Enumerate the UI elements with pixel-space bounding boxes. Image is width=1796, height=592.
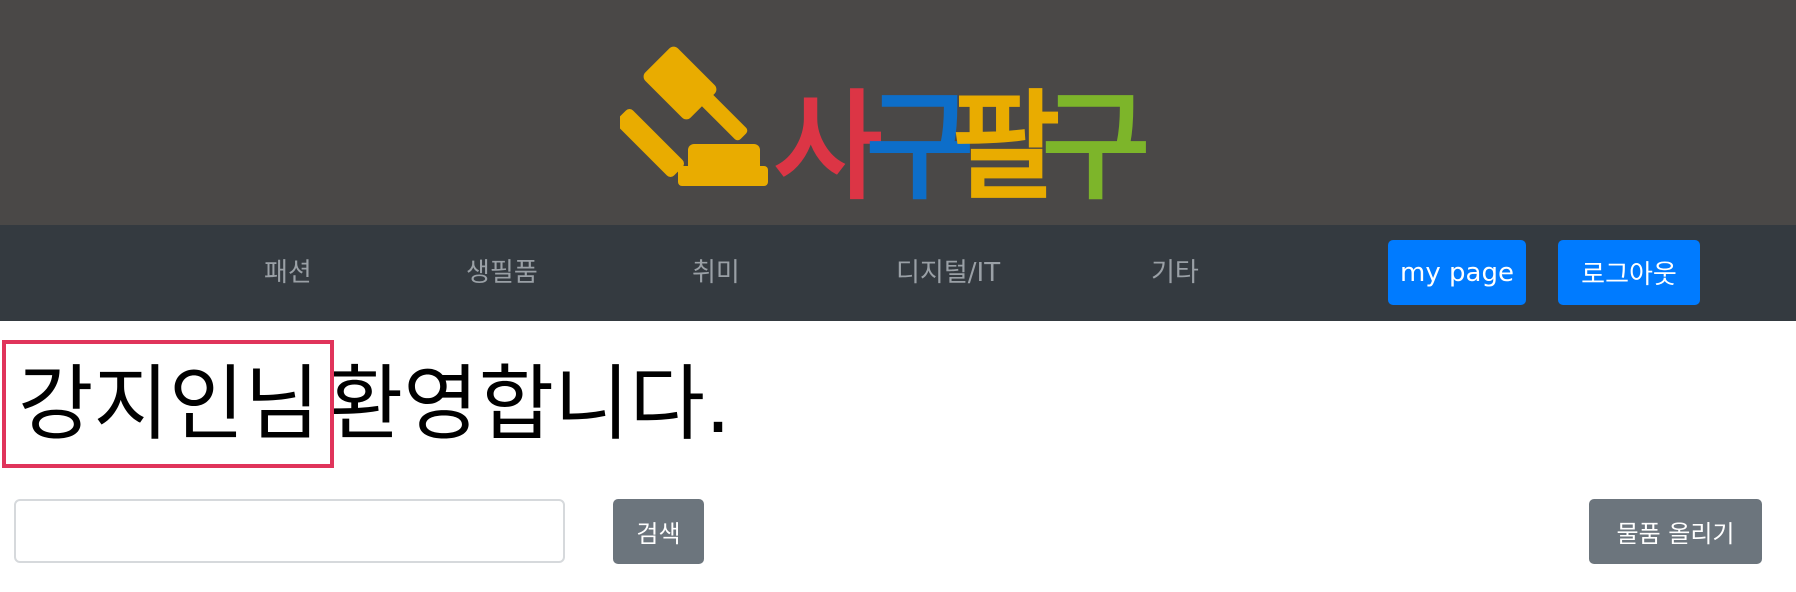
my-page-button[interactable]: my page bbox=[1388, 240, 1526, 305]
username-highlight-box bbox=[2, 340, 334, 468]
welcome-message: 환영합니다. bbox=[327, 357, 732, 452]
logout-button[interactable]: 로그아웃 bbox=[1558, 240, 1700, 305]
nav-hobby[interactable]: 취미 bbox=[692, 225, 740, 321]
upload-item-button[interactable]: 물품 올리기 bbox=[1589, 499, 1762, 564]
logo-syllable-gu-2: 구 bbox=[1042, 78, 1151, 203]
nav-etc[interactable]: 기타 bbox=[1151, 225, 1199, 321]
nav-daily-necessities[interactable]: 생필품 bbox=[466, 225, 538, 321]
site-logo[interactable]: 사 구 팔 구 bbox=[620, 38, 1160, 203]
search-button[interactable]: 검색 bbox=[613, 499, 704, 564]
navbar: 패션 생필품 취미 디지털/IT 기타 my page 로그아웃 bbox=[0, 225, 1796, 321]
search-input[interactable] bbox=[14, 499, 565, 563]
nav-fashion[interactable]: 패션 bbox=[264, 225, 312, 321]
nav-digital-it[interactable]: 디지털/IT bbox=[896, 225, 1000, 321]
header-banner: 사 구 팔 구 bbox=[0, 0, 1796, 225]
gavel-icon bbox=[620, 46, 768, 186]
